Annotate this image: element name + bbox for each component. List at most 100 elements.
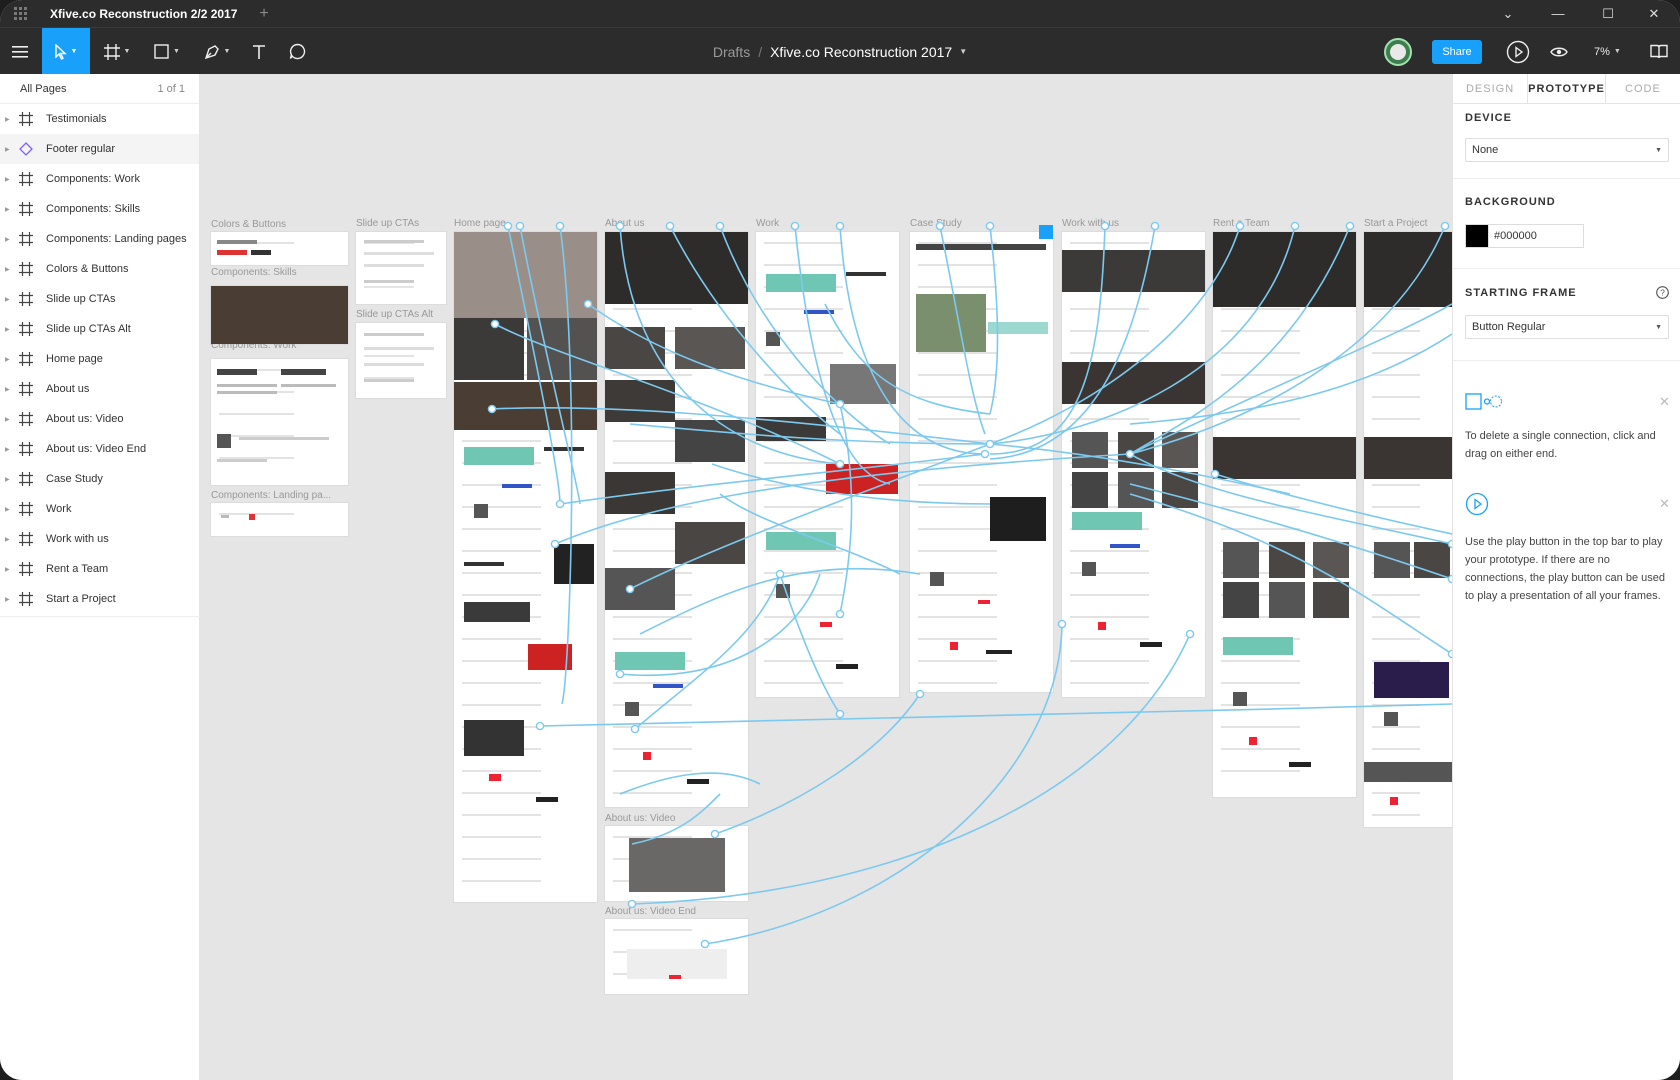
layer-item[interactable]: ▶ Work bbox=[0, 494, 199, 524]
layer-item[interactable]: ▶ Components: Skills bbox=[0, 194, 199, 224]
file-tab[interactable]: Xfive.co Reconstruction 2/2 2017 bbox=[50, 7, 237, 21]
connection-handle[interactable] bbox=[790, 221, 800, 231]
canvas[interactable]: Colors & Buttons Components: Skills Compon… bbox=[200, 74, 1452, 1080]
connection-handle[interactable] bbox=[535, 721, 545, 731]
connection-handle[interactable] bbox=[775, 569, 785, 579]
expand-arrow-icon[interactable]: ▶ bbox=[5, 476, 10, 483]
chevron-down-icon[interactable]: ⌄ bbox=[1482, 0, 1534, 27]
chevron-down-icon[interactable]: ▼ bbox=[959, 47, 967, 56]
expand-arrow-icon[interactable]: ▶ bbox=[5, 446, 10, 453]
connection-line[interactable] bbox=[1129, 453, 1452, 545]
connection-handle[interactable] bbox=[835, 709, 845, 719]
connection-handle[interactable] bbox=[490, 319, 500, 329]
connection-handle[interactable] bbox=[615, 669, 625, 679]
expand-arrow-icon[interactable]: ▶ bbox=[5, 236, 10, 243]
connection-handle[interactable] bbox=[1057, 619, 1067, 629]
connection-handle[interactable] bbox=[835, 399, 845, 409]
connection-line[interactable] bbox=[619, 225, 841, 465]
present-button[interactable] bbox=[1500, 28, 1536, 75]
layer-item[interactable]: ▶ Slide up CTAs Alt bbox=[0, 314, 199, 344]
connection-handle[interactable] bbox=[1440, 221, 1450, 231]
view-mode-button[interactable] bbox=[1542, 28, 1576, 75]
connection-handle[interactable] bbox=[503, 221, 513, 231]
background-hex-input[interactable]: #000000 bbox=[1489, 224, 1584, 248]
expand-arrow-icon[interactable]: ▶ bbox=[5, 506, 10, 513]
expand-arrow-icon[interactable]: ▶ bbox=[5, 566, 10, 573]
expand-arrow-icon[interactable]: ▶ bbox=[5, 116, 10, 123]
shape-tool-button[interactable]: ▼ bbox=[146, 28, 188, 75]
pages-header[interactable]: All Pages 1 of 1 bbox=[0, 74, 199, 104]
expand-arrow-icon[interactable]: ▶ bbox=[5, 536, 10, 543]
layer-item[interactable]: ▶ Case Study bbox=[0, 464, 199, 494]
zoom-dropdown[interactable]: 7% ▼ bbox=[1594, 28, 1621, 75]
connection-line[interactable] bbox=[619, 772, 761, 795]
connection-handle[interactable] bbox=[665, 221, 675, 231]
layer-item[interactable]: ▶ About us: Video End bbox=[0, 434, 199, 464]
connection-line[interactable] bbox=[507, 225, 561, 505]
connection-handle[interactable] bbox=[715, 221, 725, 231]
connection-handle[interactable] bbox=[835, 609, 845, 619]
layer-item[interactable]: ▶ About us: Video bbox=[0, 404, 199, 434]
connection-line[interactable] bbox=[629, 423, 991, 445]
help-icon[interactable]: ? bbox=[1656, 286, 1669, 299]
connection-line[interactable] bbox=[587, 303, 841, 405]
connection-line[interactable] bbox=[1129, 483, 1452, 580]
connection-handle[interactable] bbox=[555, 221, 565, 231]
layer-item[interactable]: ▶ Home page bbox=[0, 344, 199, 374]
tab-code[interactable]: CODE bbox=[1606, 74, 1680, 103]
connection-handle[interactable] bbox=[985, 439, 995, 449]
connection-line[interactable] bbox=[494, 323, 841, 465]
connection-handle[interactable] bbox=[550, 539, 560, 549]
connection-handle[interactable] bbox=[1185, 629, 1195, 639]
background-color-swatch[interactable] bbox=[1465, 224, 1489, 248]
minimize-button[interactable]: — bbox=[1532, 0, 1584, 27]
connection-handle[interactable] bbox=[515, 221, 525, 231]
close-icon[interactable]: ✕ bbox=[1659, 394, 1670, 410]
layer-item[interactable]: ▶ Components: Landing pages bbox=[0, 224, 199, 254]
tab-design[interactable]: DESIGN bbox=[1453, 74, 1527, 103]
connection-handle[interactable] bbox=[1210, 469, 1220, 479]
file-name[interactable]: Xfive.co Reconstruction 2017 bbox=[770, 44, 952, 60]
expand-arrow-icon[interactable]: ▶ bbox=[5, 146, 10, 153]
connection-line[interactable] bbox=[559, 225, 573, 705]
connection-line[interactable] bbox=[559, 453, 986, 505]
text-tool-button[interactable] bbox=[242, 28, 276, 75]
move-tool-button[interactable]: ▼ bbox=[42, 28, 90, 75]
connection-handle[interactable] bbox=[915, 689, 925, 699]
comment-tool-button[interactable] bbox=[280, 28, 314, 75]
connection-line[interactable] bbox=[634, 573, 781, 730]
connection-line[interactable] bbox=[719, 493, 901, 575]
connection-line[interactable] bbox=[1129, 493, 1452, 655]
connection-handle[interactable] bbox=[1150, 221, 1160, 231]
connection-line[interactable] bbox=[794, 225, 891, 485]
connection-handle[interactable] bbox=[625, 584, 635, 594]
expand-arrow-icon[interactable]: ▶ bbox=[5, 206, 10, 213]
connection-handle[interactable] bbox=[1100, 221, 1110, 231]
layer-item[interactable]: ▶ Colors & Buttons bbox=[0, 254, 199, 284]
connection-line[interactable] bbox=[1129, 333, 1452, 425]
share-button[interactable]: Share bbox=[1432, 40, 1482, 64]
layer-item[interactable]: ▶ Footer regular bbox=[0, 134, 199, 164]
connection-handle[interactable] bbox=[935, 221, 945, 231]
layer-item[interactable]: ▶ Testimonials bbox=[0, 104, 199, 134]
connection-handle[interactable] bbox=[555, 499, 565, 509]
connection-line[interactable] bbox=[989, 225, 999, 415]
connection-handle[interactable] bbox=[835, 221, 845, 231]
device-select[interactable]: None ▼ bbox=[1465, 138, 1669, 162]
connection-handle[interactable] bbox=[1235, 221, 1245, 231]
app-menu-icon[interactable] bbox=[14, 6, 28, 21]
avatar[interactable] bbox=[1384, 38, 1412, 66]
library-button[interactable] bbox=[1642, 28, 1676, 75]
connection-handle[interactable] bbox=[1345, 221, 1355, 231]
expand-arrow-icon[interactable]: ▶ bbox=[5, 596, 10, 603]
layer-item[interactable]: ▶ Rent a Team bbox=[0, 554, 199, 584]
layer-item[interactable]: ▶ Slide up CTAs bbox=[0, 284, 199, 314]
connection-line[interactable] bbox=[839, 225, 986, 455]
starting-frame-select[interactable]: Button Regular ▼ bbox=[1465, 315, 1669, 339]
maximize-button[interactable]: ☐ bbox=[1582, 0, 1634, 27]
layer-item[interactable]: ▶ Start a Project bbox=[0, 584, 199, 614]
connection-line[interactable] bbox=[719, 225, 891, 445]
connection-handle[interactable] bbox=[985, 221, 995, 231]
connection-line[interactable] bbox=[631, 793, 721, 845]
connection-handle[interactable] bbox=[615, 221, 625, 231]
